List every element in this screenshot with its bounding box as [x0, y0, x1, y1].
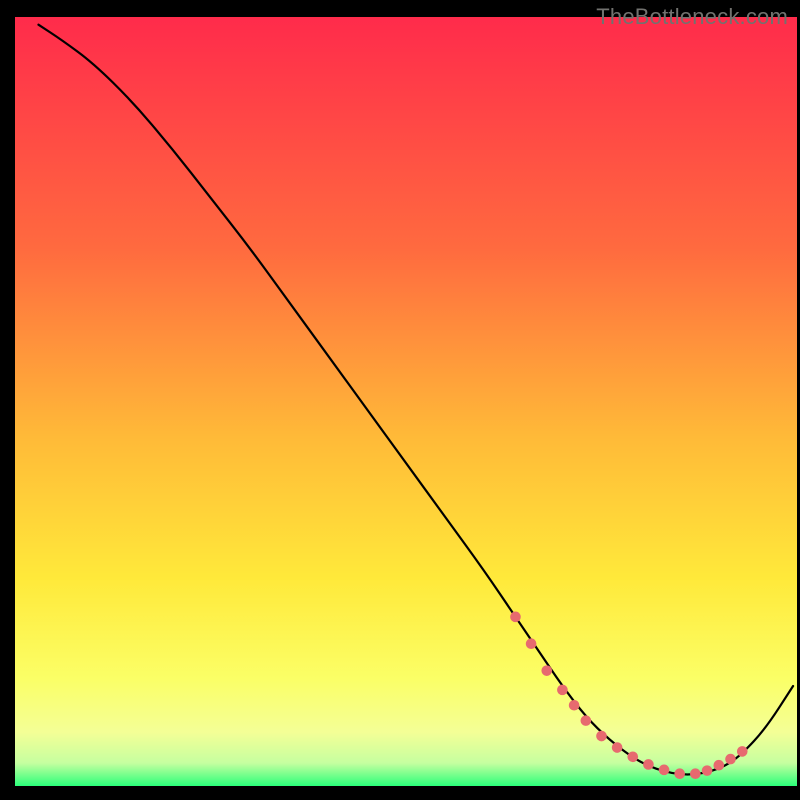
chart-stage: TheBottleneck.com — [0, 0, 800, 800]
sweet-spot-dot — [612, 742, 623, 753]
sweet-spot-dot — [541, 665, 552, 676]
sweet-spot-dot — [569, 700, 580, 711]
sweet-spot-dot — [557, 685, 568, 696]
plot-background — [15, 17, 797, 786]
sweet-spot-dot — [510, 612, 521, 623]
sweet-spot-dot — [737, 746, 748, 757]
sweet-spot-dot — [596, 731, 607, 742]
sweet-spot-dot — [714, 760, 725, 771]
chart-svg — [0, 0, 800, 800]
sweet-spot-dot — [526, 638, 537, 649]
sweet-spot-dot — [659, 765, 670, 776]
sweet-spot-dot — [627, 751, 638, 762]
sweet-spot-dot — [643, 759, 654, 770]
sweet-spot-dot — [581, 715, 592, 726]
sweet-spot-dot — [725, 754, 736, 765]
sweet-spot-dot — [690, 768, 701, 779]
sweet-spot-dot — [674, 768, 685, 779]
watermark-text: TheBottleneck.com — [596, 4, 788, 30]
sweet-spot-dot — [702, 765, 713, 776]
